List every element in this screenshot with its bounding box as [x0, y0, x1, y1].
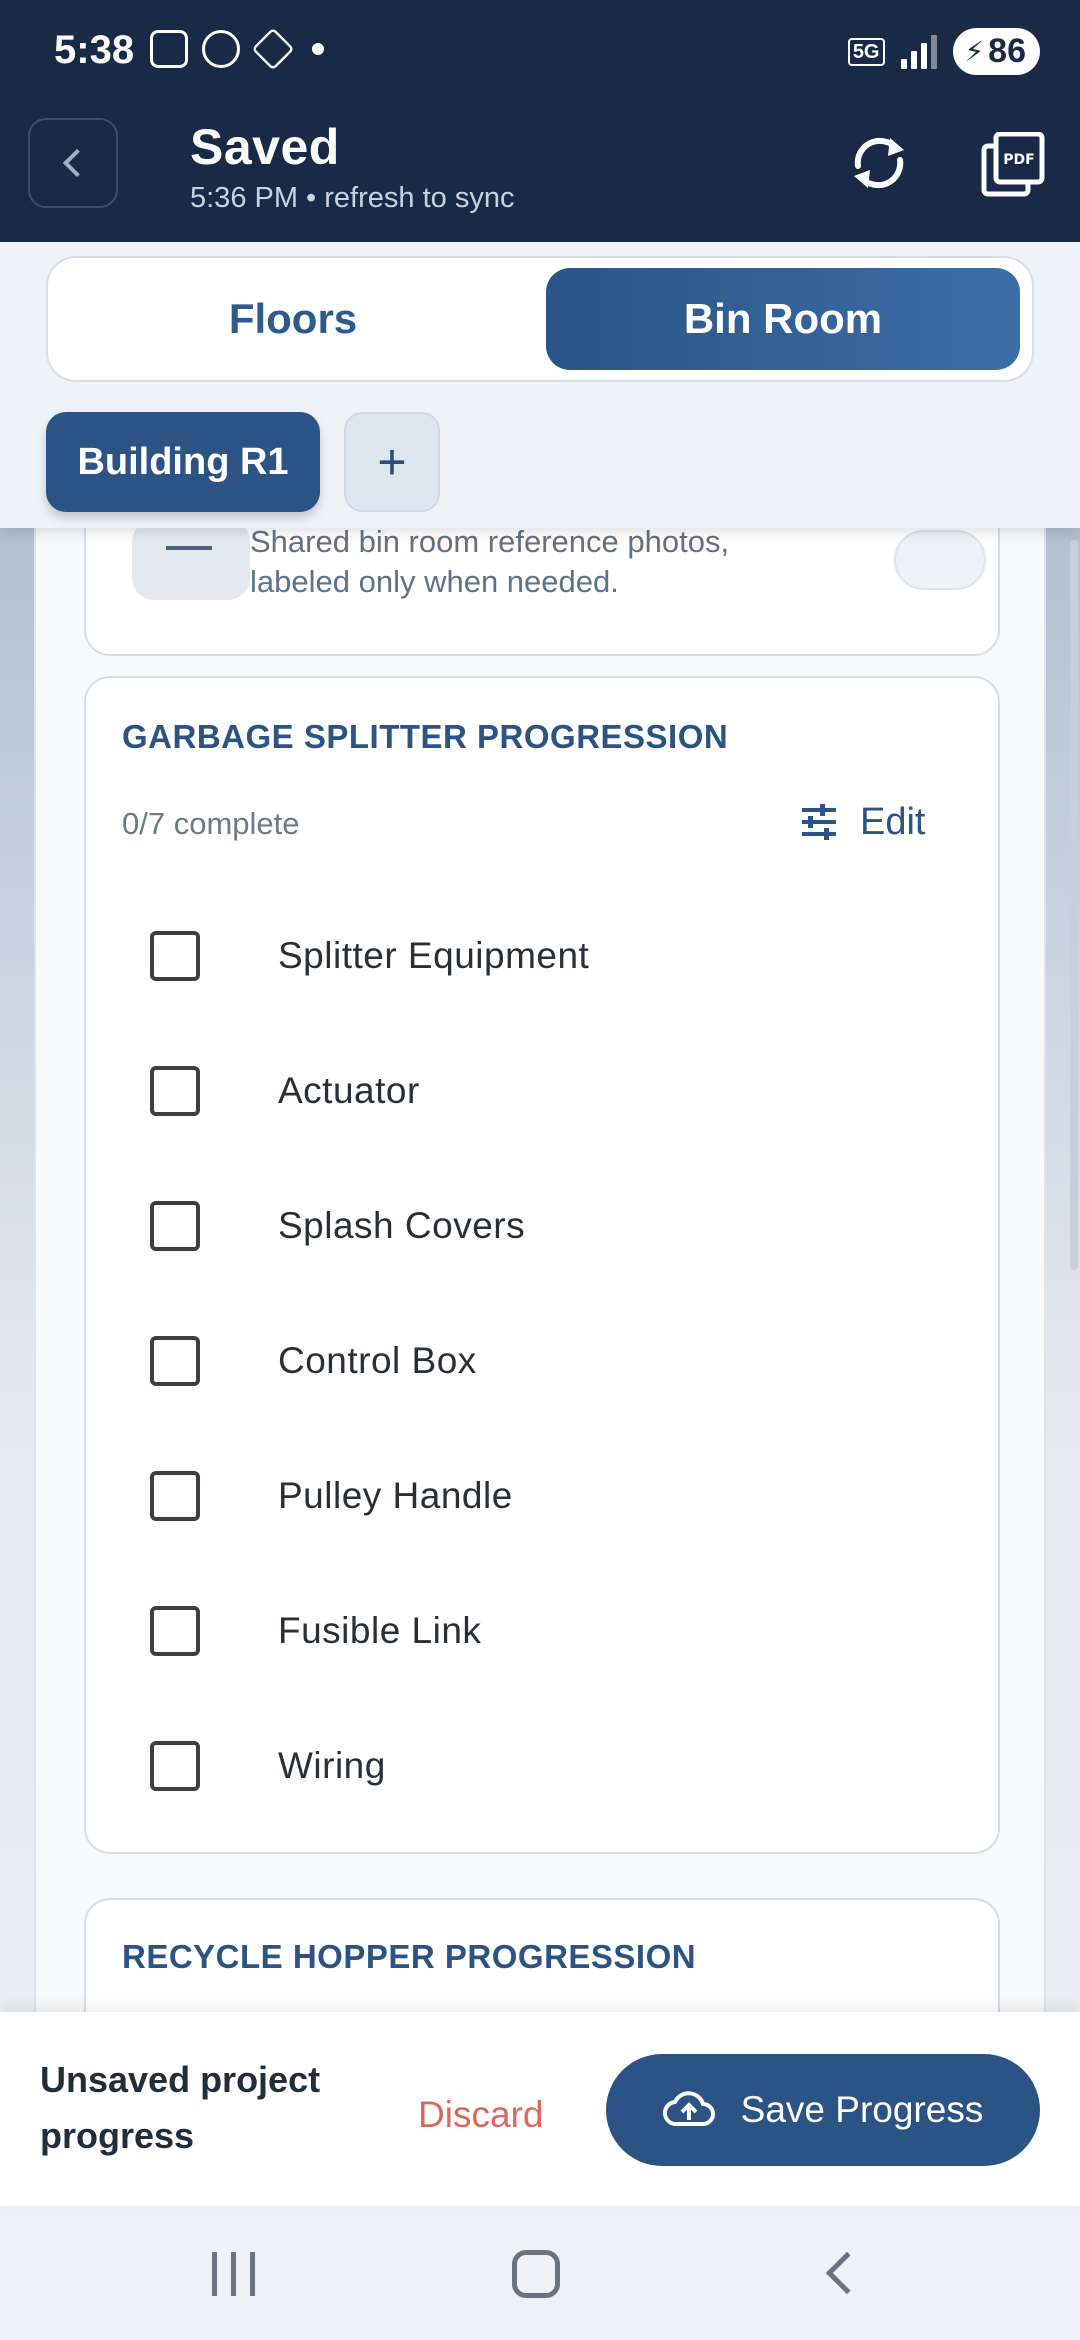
sync-icon[interactable] [844, 128, 914, 198]
back-button[interactable] [28, 118, 118, 208]
reference-photos-description: Shared bin room reference photos, labele… [250, 528, 730, 599]
checklist-item[interactable]: Splitter Equipment [86, 888, 998, 1023]
signal-icon [900, 34, 937, 69]
checkbox[interactable] [150, 1200, 200, 1251]
checklist-item-label: Actuator [278, 1069, 420, 1111]
section-title: RECYCLE HOPPER PROGRESSION [122, 1938, 697, 1975]
page-title: Saved [190, 119, 340, 175]
home-icon[interactable] [512, 2250, 560, 2298]
checkbox[interactable] [150, 1065, 200, 1116]
view-controls: Floors Bin Room Building R1 + [0, 242, 1080, 528]
checklist-item-label: Splitter Equipment [278, 934, 590, 976]
status-time: 5:38 [54, 28, 135, 72]
charging-bolt-icon: ⚡ [964, 36, 985, 67]
pdf-icon-label: PDF [1003, 152, 1034, 168]
checklist-item-label: Control Box [278, 1339, 477, 1381]
building-chip-r1[interactable]: Building R1 [46, 412, 320, 512]
tab-floors[interactable]: Floors [56, 268, 530, 370]
checklist-item[interactable]: Fusible Link [86, 1563, 998, 1698]
reference-photos-card: Shared bin room reference photos, labele… [84, 528, 1000, 656]
tab-bin-room[interactable]: Bin Room [546, 268, 1020, 370]
section-title: GARBAGE SPLITTER PROGRESSION [122, 718, 729, 755]
app-notification-icon [251, 27, 295, 71]
sync-status-text: 5:36 PM • refresh to sync [190, 182, 515, 214]
checklist-item[interactable]: Pulley Handle [86, 1428, 998, 1563]
checklist-item-label: Splash Covers [278, 1204, 526, 1246]
checklist-item-label: Fusible Link [278, 1609, 482, 1651]
checkbox[interactable] [150, 1335, 200, 1386]
checklist-item[interactable]: Actuator [86, 1023, 998, 1158]
checkbox[interactable] [150, 1470, 200, 1521]
checkbox[interactable] [150, 930, 200, 981]
save-progress-label: Save Progress [740, 2089, 984, 2130]
edit-checklist-button[interactable]: Edit [800, 794, 925, 850]
checklist-item-label: Pulley Handle [278, 1474, 513, 1516]
cloud-upload-icon [662, 2091, 715, 2127]
status-notification-icons [150, 27, 324, 71]
app-header: 5:38 5G ⚡ 86 Saved 5:36 PM • refresh to … [0, 0, 1080, 242]
checklist-item[interactable]: Splash Covers [86, 1158, 998, 1293]
battery-level: 86 [988, 32, 1026, 70]
whatsapp-icon [202, 30, 240, 68]
recycle-hopper-card: RECYCLE HOPPER PROGRESSION [84, 1898, 1000, 2012]
sliders-icon [802, 804, 836, 840]
photo-icon [132, 528, 250, 600]
add-building-button[interactable]: + [344, 412, 440, 512]
scrollbar[interactable] [1070, 540, 1078, 1270]
checklist-item[interactable]: Wiring [86, 1698, 998, 1833]
view-tabs: Floors Bin Room [46, 256, 1034, 382]
reference-photos-toggle[interactable] [894, 530, 986, 590]
scroll-content[interactable]: Shared bin room reference photos, labele… [34, 528, 1046, 2012]
save-progress-button[interactable]: Save Progress [606, 2054, 1040, 2166]
status-system-icons: 5G ⚡ 86 [847, 28, 1040, 75]
screenshot-icon [150, 30, 188, 68]
garbage-splitter-card: GARBAGE SPLITTER PROGRESSION 0/7 complet… [84, 676, 1000, 1854]
edit-label: Edit [860, 800, 926, 843]
system-navigation-bar [0, 2206, 1080, 2340]
checklist-item[interactable]: Control Box [86, 1293, 998, 1428]
checklist-item-label: Wiring [278, 1744, 386, 1786]
system-back-icon[interactable] [825, 2251, 869, 2295]
unsaved-message: Unsaved project progress [40, 2059, 321, 2156]
unsaved-changes-bar: Unsaved project progress Discard Save Pr… [0, 2012, 1080, 2206]
more-notifications-dot-icon [312, 43, 324, 55]
progress-count: 0/7 complete [122, 806, 300, 841]
checkbox[interactable] [150, 1740, 200, 1791]
discard-button[interactable]: Discard [418, 2094, 543, 2136]
pdf-icon[interactable]: PDF [980, 132, 1046, 198]
battery-indicator: ⚡ 86 [952, 28, 1040, 75]
recent-apps-icon[interactable] [212, 2252, 255, 2296]
checkbox[interactable] [150, 1605, 200, 1656]
chevron-left-icon [62, 148, 92, 178]
network-type-badge: 5G [847, 37, 885, 66]
checklist: Splitter Equipment Actuator Splash Cover… [86, 888, 998, 1833]
